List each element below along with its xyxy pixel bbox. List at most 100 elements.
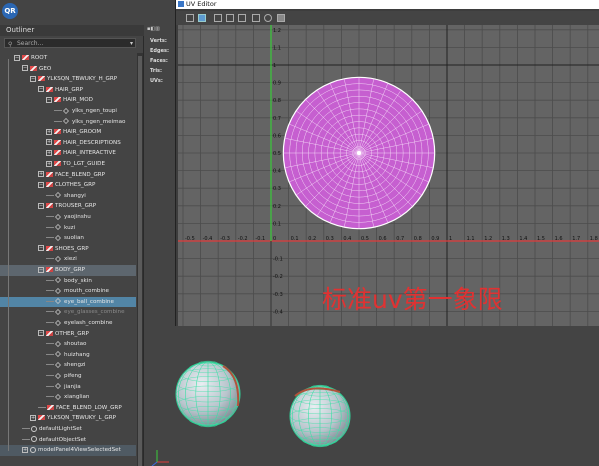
collapse-icon[interactable]: − xyxy=(38,330,44,337)
outliner-item[interactable]: + HAIR_INTERACTIVE xyxy=(0,148,136,159)
shaded-uv-icon[interactable] xyxy=(226,14,234,22)
outliner-item[interactable]: defaultLightSet xyxy=(0,424,136,435)
tree-connector xyxy=(22,428,30,429)
outliner-item[interactable]: shengzi xyxy=(0,360,136,371)
outliner-item[interactable]: + modelPanel4ViewSelectedSet xyxy=(0,445,136,456)
chevron-down-icon[interactable]: ▾ xyxy=(130,39,133,48)
outliner-item[interactable]: − HAIR_MOD xyxy=(0,95,136,106)
outliner-item[interactable]: − OTHER_GRP xyxy=(0,329,136,340)
mesh-icon xyxy=(55,234,61,241)
3d-viewport[interactable] xyxy=(145,326,599,466)
collapse-icon[interactable]: − xyxy=(22,65,28,72)
mesh-icon xyxy=(55,213,61,220)
y-tick-label: 0.6 xyxy=(273,133,281,139)
image-display-icon[interactable] xyxy=(252,14,260,22)
outliner-item[interactable]: + HAIR_GROOM xyxy=(0,127,136,138)
collapse-icon[interactable]: − xyxy=(46,96,52,103)
outliner-item[interactable]: + FACE_BLEND_GRP xyxy=(0,170,136,181)
outliner-item[interactable]: body_skin xyxy=(0,276,136,287)
panel-toolbar-icons[interactable]: ▪◧▥ xyxy=(147,26,160,32)
group-icon xyxy=(22,55,29,60)
outliner-item[interactable]: ylks_ngen_toupi xyxy=(0,106,136,117)
outliner-item-label: suolian xyxy=(64,235,84,242)
outliner-item-label: mouth_combine xyxy=(64,288,109,295)
collapse-icon[interactable]: − xyxy=(38,245,44,252)
outliner-item[interactable]: shoutao xyxy=(0,339,136,350)
x-tick-label: 0.3 xyxy=(326,236,334,242)
collapse-icon[interactable]: − xyxy=(14,54,20,61)
viewport-svg[interactable] xyxy=(145,326,599,466)
outliner-item[interactable]: − HAIR_GRP xyxy=(0,85,136,96)
uv-editor-titlebar[interactable]: UV Editor xyxy=(176,0,599,9)
outliner-item[interactable]: eyelash_combine xyxy=(0,318,136,329)
outliner-item[interactable]: defaultObjectSet xyxy=(0,435,136,446)
outliner-item[interactable]: huizhang xyxy=(0,350,136,361)
outliner-item[interactable]: − YLKSQN_TBWUKY_H_GRP xyxy=(0,74,136,85)
qr-logo-icon[interactable]: QR xyxy=(2,3,18,19)
tree-connector xyxy=(54,110,62,111)
outliner-item-label: HAIR_DESCRIPTIONS xyxy=(63,139,121,146)
outliner-item-label: CLOTHES_GRP xyxy=(55,182,96,189)
filter-icon[interactable] xyxy=(264,14,272,22)
outliner-item[interactable]: − ROOT xyxy=(0,53,136,64)
uv-editor-app-icon xyxy=(178,1,184,7)
outliner-item[interactable]: + TO_LGT_GUIDE xyxy=(0,159,136,170)
x-tick-label: 1.8 xyxy=(590,236,598,242)
outliner-item[interactable]: − BODY_GRP xyxy=(0,265,136,276)
grid-toggle-icon[interactable] xyxy=(186,14,194,22)
outliner-item[interactable]: eye_glasses_combine xyxy=(0,307,136,318)
collapse-icon[interactable]: − xyxy=(38,181,44,188)
x-tick-label: 1.3 xyxy=(502,236,510,242)
outliner-item[interactable]: xiezi xyxy=(0,254,136,265)
snapshot-icon[interactable] xyxy=(277,14,285,22)
outliner-item[interactable]: + HAIR_DESCRIPTIONS xyxy=(0,138,136,149)
tree-connector xyxy=(46,194,54,196)
outliner-item[interactable]: − GEO xyxy=(0,64,136,75)
outliner-item-label: GEO xyxy=(39,65,52,72)
outliner-item[interactable]: jianjia xyxy=(0,382,136,393)
group-icon xyxy=(46,171,53,177)
mesh-icon xyxy=(63,118,69,125)
outliner-item-label: BODY_GRP xyxy=(55,267,85,273)
uv-editor-window: UV Editor -1-0.9-0.8-0.7-0.6-0.5-0.4-0.3… xyxy=(175,0,599,326)
expand-icon[interactable]: + xyxy=(30,414,36,421)
outliner-item[interactable]: shangyi xyxy=(0,191,136,202)
expand-icon[interactable]: + xyxy=(46,149,52,156)
outliner-scrollbar[interactable] xyxy=(137,53,143,466)
outliner-item[interactable]: FACE_BLEND_LOW_GRP xyxy=(0,403,136,414)
outliner-item[interactable]: + YLKSQN_TBWUKY_L_GRP xyxy=(0,413,136,424)
outliner-item[interactable]: mouth_combine xyxy=(0,286,136,297)
distortion-icon[interactable] xyxy=(238,14,246,22)
outliner-item[interactable]: eye_ball_combine xyxy=(0,296,136,308)
group-icon xyxy=(46,86,53,92)
outliner-item-label: defaultObjectSet xyxy=(39,436,87,443)
outliner-item[interactable]: − SHOES_GRP xyxy=(0,244,136,255)
collapse-icon[interactable]: − xyxy=(38,266,44,273)
outliner-item-label: defaultLightSet xyxy=(39,426,82,432)
scrollbar-thumb[interactable] xyxy=(138,56,142,466)
expand-icon[interactable]: + xyxy=(38,171,44,178)
outliner-search-input[interactable]: ⚲ Search... ▾ xyxy=(4,38,136,48)
mesh-icon xyxy=(55,393,61,400)
outliner-item[interactable]: xianglian xyxy=(0,392,136,403)
expand-icon[interactable]: + xyxy=(46,128,52,135)
set-icon xyxy=(31,425,37,432)
expand-icon[interactable]: + xyxy=(46,139,52,146)
outliner-item[interactable]: − TROUSER_GRP xyxy=(0,201,136,212)
expand-icon[interactable]: + xyxy=(46,160,52,167)
outliner-item[interactable]: − CLOTHES_GRP xyxy=(0,180,136,191)
collapse-icon[interactable]: − xyxy=(38,202,44,209)
checker-icon[interactable] xyxy=(214,14,222,22)
collapse-icon[interactable]: − xyxy=(38,86,44,93)
y-tick-label: 1.1 xyxy=(273,45,281,51)
outliner-item[interactable]: yaojinshu xyxy=(0,212,136,223)
outliner-item[interactable]: pifeng xyxy=(0,371,136,382)
outliner-item[interactable]: kuzi xyxy=(0,223,136,234)
outliner-item[interactable]: suolian xyxy=(0,233,136,244)
uv-display-icon[interactable] xyxy=(198,14,206,22)
mesh-icon xyxy=(55,372,61,379)
search-icon: ⚲ xyxy=(8,41,13,48)
collapse-icon[interactable]: − xyxy=(30,75,36,82)
expand-icon[interactable]: + xyxy=(22,446,28,453)
outliner-item[interactable]: ylks_ngen_meimao xyxy=(0,117,136,128)
